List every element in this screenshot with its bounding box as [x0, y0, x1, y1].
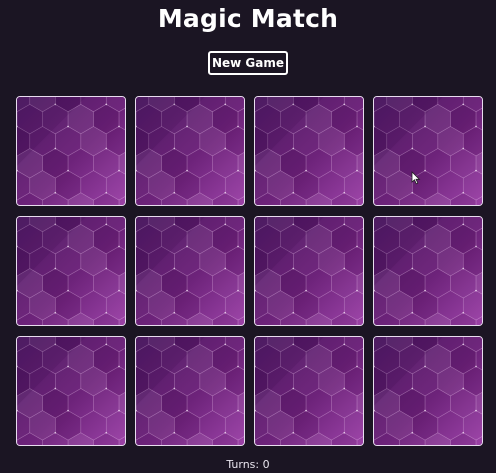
card-back-pattern	[255, 97, 363, 205]
card-back-pattern	[255, 337, 363, 445]
card-back[interactable]	[135, 216, 245, 326]
card-back-pattern	[255, 217, 363, 325]
card-back[interactable]	[135, 96, 245, 206]
card-back[interactable]	[254, 216, 364, 326]
card-back-pattern	[17, 217, 125, 325]
card-back[interactable]	[373, 216, 483, 326]
card-back-pattern	[136, 337, 244, 445]
card-back-pattern	[374, 337, 482, 445]
card-back-pattern	[374, 217, 482, 325]
card-back[interactable]	[254, 336, 364, 446]
card-back-pattern	[136, 217, 244, 325]
page-title: Magic Match	[157, 4, 339, 33]
game-app: Magic Match New Game Turns: 0	[0, 0, 496, 473]
card-back[interactable]	[373, 336, 483, 446]
card-back-pattern	[17, 337, 125, 445]
turns-counter: Turns: 0	[226, 458, 270, 471]
card-back[interactable]	[16, 216, 126, 326]
mouse-cursor-icon	[411, 171, 421, 185]
card-back[interactable]	[254, 96, 364, 206]
card-back[interactable]	[16, 336, 126, 446]
new-game-button[interactable]: New Game	[208, 51, 288, 75]
card-back[interactable]	[373, 96, 483, 206]
card-back-pattern	[136, 97, 244, 205]
card-back-pattern	[17, 97, 125, 205]
card-grid	[16, 96, 483, 446]
card-back-pattern	[374, 97, 482, 205]
card-back[interactable]	[135, 336, 245, 446]
card-back[interactable]	[16, 96, 126, 206]
